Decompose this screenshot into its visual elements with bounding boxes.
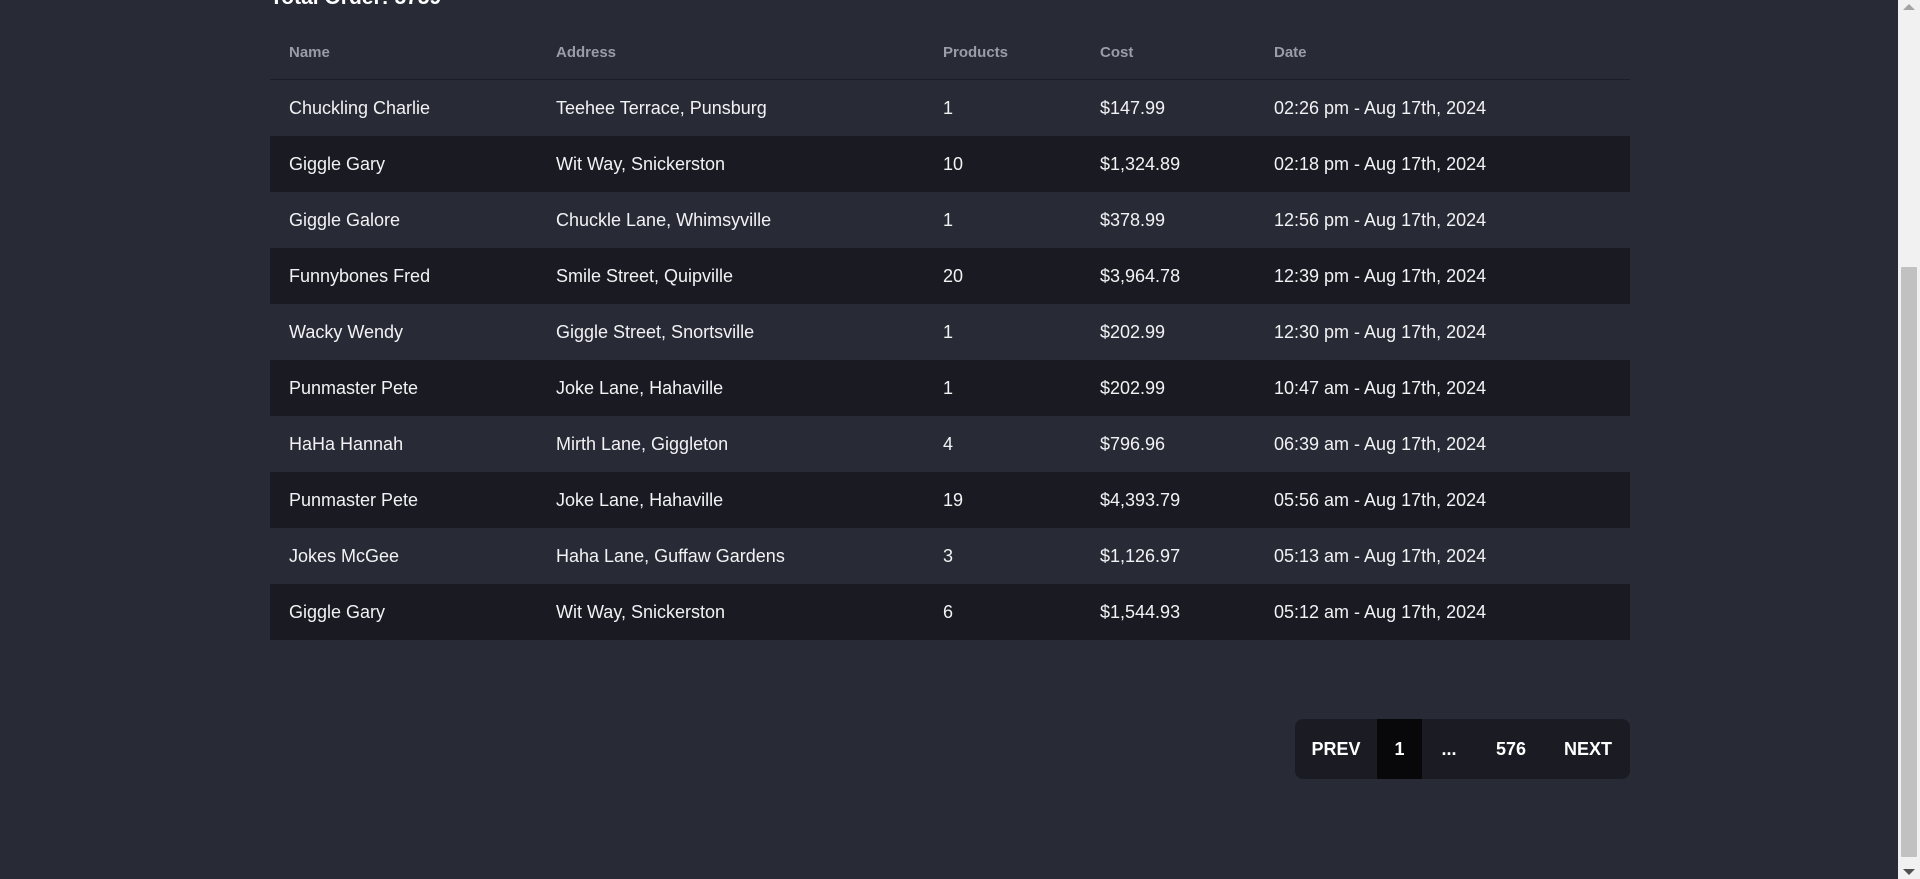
cell-cost: $1,324.89 (1100, 153, 1181, 174)
table-row: Jokes McGee Haha Lane, Guffaw Gardens 3 $1,… (270, 528, 1630, 584)
cell-name: Punmaster Pete (289, 489, 419, 510)
cell-address: Wit Way, Snickerston (556, 601, 726, 622)
cell-date: 05:12 am - Aug 17th, 2024 (1274, 601, 1487, 622)
cell-address: Joke Lane, Hahaville (556, 377, 724, 398)
cell-address: Chuckle Lane, Whimsyville (556, 209, 772, 230)
prev-page-button[interactable]: PREV (1295, 719, 1377, 779)
cell-products: 4 (943, 433, 954, 454)
page-button-last[interactable]: 576 (1476, 719, 1546, 779)
column-header-address: Address (537, 26, 924, 80)
cell-products: 19 (943, 489, 964, 510)
column-header-date: Date (1255, 26, 1630, 80)
cell-cost: $147.99 (1100, 97, 1166, 118)
vertical-scrollbar[interactable] (1898, 0, 1920, 879)
cell-cost: $202.99 (1100, 321, 1166, 342)
cell-cost: $796.96 (1100, 433, 1166, 454)
cell-products: 6 (943, 601, 954, 622)
cell-products: 20 (943, 265, 964, 286)
cell-products: 1 (943, 97, 954, 118)
cell-date: 05:56 am - Aug 17th, 2024 (1274, 489, 1487, 510)
cell-address: Smile Street, Quipville (556, 265, 734, 286)
orders-table-body: Chuckling Charlie Teehee Terrace, Punsbur… (270, 79, 1630, 640)
cell-date: 06:39 am - Aug 17th, 2024 (1274, 433, 1487, 454)
table-header-row: Name Address Products Cost Date (270, 26, 1630, 80)
cell-cost: $1,544.93 (1100, 601, 1181, 622)
column-header-name: Name (270, 26, 537, 80)
cell-address: Giggle Street, Snortsville (556, 321, 755, 342)
cell-date: 02:18 pm - Aug 17th, 2024 (1274, 153, 1487, 174)
cell-name: Giggle Gary (289, 153, 386, 174)
cell-address: Wit Way, Snickerston (556, 153, 726, 174)
cell-cost: $1,126.97 (1100, 545, 1181, 566)
scroll-up-arrow-icon[interactable] (1903, 4, 1915, 10)
scroll-down-arrow-icon[interactable] (1903, 869, 1915, 875)
cell-address: Haha Lane, Guffaw Gardens (556, 545, 785, 566)
next-page-button[interactable]: NEXT (1546, 719, 1630, 779)
cell-date: 02:26 pm - Aug 17th, 2024 (1274, 97, 1487, 118)
cell-name: Punmaster Pete (289, 377, 419, 398)
table-row: Giggle Gary Wit Way, Snickerston 6 $1,544.9… (270, 584, 1630, 640)
cell-date: 12:39 pm - Aug 17th, 2024 (1274, 265, 1487, 286)
column-header-cost: Cost (1081, 26, 1255, 80)
cell-cost: $4,393.79 (1100, 489, 1181, 510)
cell-date: 12:56 pm - Aug 17th, 2024 (1274, 209, 1487, 230)
cell-cost: $378.99 (1100, 209, 1166, 230)
cell-products: 3 (943, 545, 954, 566)
pagination: PREV 1 ... 576 NEXT (1295, 719, 1630, 779)
table-row: HaHa Hannah Mirth Lane, Giggleton 4 $796.96… (270, 416, 1630, 472)
cell-products: 10 (943, 153, 964, 174)
total-orders-heading: Total Order: 5759 (270, 0, 441, 10)
page-button-current[interactable]: 1 (1377, 719, 1422, 779)
cell-date: 12:30 pm - Aug 17th, 2024 (1274, 321, 1487, 342)
cell-products: 1 (943, 377, 954, 398)
cell-date: 10:47 am - Aug 17th, 2024 (1274, 377, 1487, 398)
table-row: Punmaster Pete Joke Lane, Hahaville 19 $4,3… (270, 472, 1630, 528)
cell-name: Funnybones Fred (289, 265, 431, 286)
cell-address: Teehee Terrace, Punsburg (556, 97, 767, 118)
cell-name: Giggle Gary (289, 601, 386, 622)
column-header-products: Products (924, 26, 1081, 80)
cell-name: Chuckling Charlie (289, 97, 431, 118)
orders-page: Total Order: 5759 Name Address Products … (0, 0, 1898, 879)
orders-table-container: Name Address Products Cost Date Chucklin… (270, 26, 1630, 640)
page-ellipsis: ... (1441, 738, 1457, 759)
cell-date: 05:13 am - Aug 17th, 2024 (1274, 545, 1487, 566)
cell-name: Wacky Wendy (289, 321, 404, 342)
cell-cost: $3,964.78 (1100, 265, 1181, 286)
cell-products: 1 (943, 321, 954, 342)
table-row: Giggle Gary Wit Way, Snickerston 10 $1,324.… (270, 136, 1630, 192)
cell-name: Jokes McGee (289, 545, 400, 566)
scrollbar-thumb[interactable] (1901, 267, 1917, 857)
cell-cost: $202.99 (1100, 377, 1166, 398)
table-row: Punmaster Pete Joke Lane, Hahaville 1 $202.… (270, 360, 1630, 416)
orders-table: Name Address Products Cost Date Chucklin… (270, 26, 1630, 640)
cell-address: Joke Lane, Hahaville (556, 489, 724, 510)
cell-address: Mirth Lane, Giggleton (556, 433, 729, 454)
cell-name: HaHa Hannah (289, 433, 404, 454)
table-row: Wacky Wendy Giggle Street, Snortsville 1 $2… (270, 304, 1630, 360)
table-row: Chuckling Charlie Teehee Terrace, Punsbur… (270, 79, 1630, 136)
table-row: Funnybones Fred Smile Street, Quipville 20… (270, 248, 1630, 304)
cell-name: Giggle Galore (289, 209, 401, 230)
table-row: Giggle Galore Chuckle Lane, Whimsyville 1 $… (270, 192, 1630, 248)
cell-products: 1 (943, 209, 954, 230)
